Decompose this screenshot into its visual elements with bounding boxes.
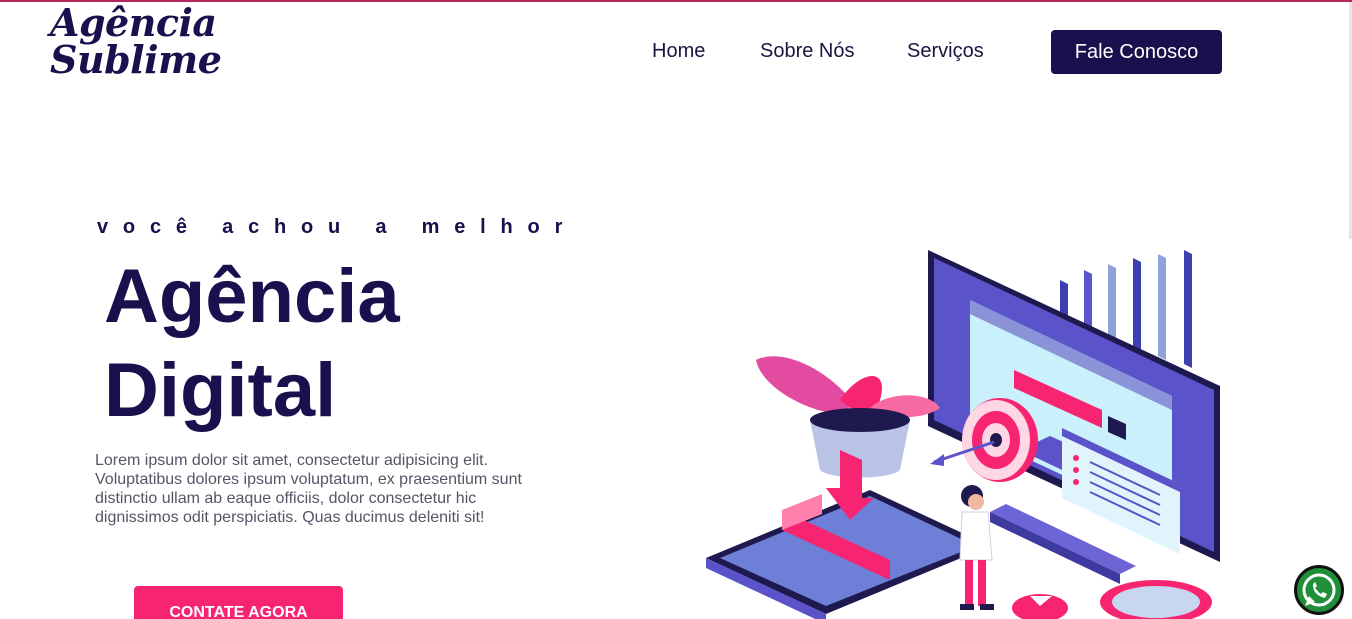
nav-link-home[interactable]: Home	[652, 40, 705, 63]
whatsapp-button[interactable]	[1294, 565, 1344, 615]
hero-title: Agência Digital	[104, 250, 400, 438]
hero-description: Lorem ipsum dolor sit amet, consectetur …	[95, 452, 522, 526]
contact-now-button[interactable]: CONTATE AGORA	[134, 586, 343, 619]
hero-tagline: você achou a melhor	[97, 216, 578, 238]
hero-title-line-2: Digital	[104, 348, 337, 433]
nav-link-servicos[interactable]: Serviços	[907, 40, 984, 63]
person-figure	[959, 485, 994, 610]
hero-title-line-1: Agência	[104, 254, 400, 339]
page: Agência Sublime Home Sobre Nós Serviços …	[0, 0, 1352, 619]
nav-link-sobre-nos[interactable]: Sobre Nós	[760, 40, 855, 63]
magnifier-decoration	[1012, 580, 1212, 619]
logo-line-2: Sublime	[50, 37, 222, 82]
logo-line-1: Agência	[50, 0, 217, 45]
fale-conosco-button[interactable]: Fale Conosco	[1051, 30, 1222, 74]
logo[interactable]: Agência Sublime	[50, 0, 222, 82]
tablet	[706, 450, 990, 619]
whatsapp-icon	[1302, 573, 1336, 607]
digital-marketing-illustration	[706, 250, 1220, 619]
